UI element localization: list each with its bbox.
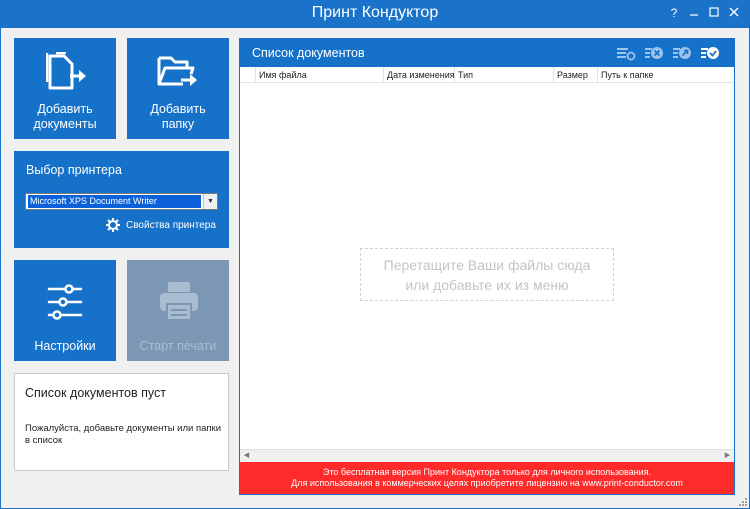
document-list-header: Список документов (240, 39, 734, 67)
list-options-button[interactable] (616, 44, 636, 62)
start-print-button[interactable]: Старт печати (127, 260, 229, 361)
document-list-title: Список документов (252, 46, 365, 60)
drop-hint-line2: или добавьте их из меню (405, 277, 569, 293)
check-list-button[interactable] (700, 44, 720, 62)
close-button[interactable] (724, 4, 744, 22)
status-message: Пожалуйста, добавьте документы или папки… (25, 423, 221, 446)
settings-label: Настройки (34, 339, 96, 353)
remove-selected-button[interactable] (644, 44, 664, 62)
add-documents-button[interactable]: Добавить документы (14, 38, 116, 139)
printer-properties-link[interactable]: Свойства принтера (106, 218, 216, 232)
remove-all-button[interactable] (672, 44, 692, 62)
maximize-button[interactable] (704, 4, 724, 22)
horizontal-scrollbar[interactable]: ◀ ▶ (240, 449, 734, 462)
license-banner-line2[interactable]: Для использования в коммерческих целях п… (240, 478, 734, 489)
add-folder-button[interactable]: Добавить папку (127, 38, 229, 139)
resize-grip-icon[interactable] (739, 498, 747, 506)
add-folder-label: Добавить папку (150, 102, 206, 131)
column-header-modified[interactable]: Дата изменения (384, 67, 455, 83)
minimize-icon (690, 14, 698, 16)
scroll-left-icon[interactable]: ◀ (240, 450, 253, 462)
column-header-select[interactable] (240, 67, 256, 83)
printer-icon (160, 282, 198, 321)
minimize-button[interactable] (684, 4, 704, 22)
gear-icon (106, 218, 120, 232)
remove-list-icon (645, 47, 663, 59)
column-header-size[interactable]: Размер (554, 67, 598, 83)
add-documents-icon (46, 52, 86, 90)
title-bar: Принт Кондуктор ? (0, 0, 750, 28)
window-controls: ? (664, 4, 744, 22)
maximize-icon (709, 7, 719, 17)
add-documents-label: Добавить документы (33, 102, 97, 131)
license-banner: Это бесплатная версия Принт Кондуктора т… (240, 462, 734, 494)
column-header-type[interactable]: Тип (455, 67, 554, 83)
clear-list-icon (673, 47, 691, 59)
add-folder-icon (157, 56, 197, 86)
chevron-down-icon[interactable]: ▼ (203, 194, 217, 209)
document-list-toolbar (616, 44, 720, 62)
start-print-label: Старт печати (139, 339, 217, 353)
list-settings-icon (617, 48, 636, 61)
sliders-icon (47, 284, 83, 320)
printer-select[interactable]: Microsoft XPS Document Writer ▼ (25, 193, 218, 210)
status-panel: Список документов пуст Пожалуйста, добав… (14, 373, 229, 471)
column-header-folder-path[interactable]: Путь к папке (598, 67, 734, 83)
settings-button[interactable]: Настройки (14, 260, 116, 361)
document-list-panel: Список документов Имя файла Дата изменен… (239, 38, 735, 495)
printer-selection-title: Выбор принтера (26, 163, 122, 177)
drop-zone[interactable]: Перетащите Ваши файлы сюда или добавьте … (360, 248, 614, 301)
check-list-icon (701, 47, 719, 59)
scroll-right-icon[interactable]: ▶ (721, 450, 734, 462)
license-banner-line1: Это бесплатная версия Принт Кондуктора т… (322, 467, 652, 477)
drop-hint-line1: Перетащите Ваши файлы сюда (383, 257, 591, 273)
help-button[interactable]: ? (664, 4, 684, 22)
column-header-filename[interactable]: Имя файла (256, 67, 384, 83)
window-title: Принт Кондуктор (311, 4, 439, 21)
printer-selection-panel: Выбор принтера Microsoft XPS Document Wr… (14, 151, 229, 248)
printer-properties-label: Свойства принтера (126, 219, 216, 231)
close-icon (729, 7, 739, 17)
document-list-columns: Имя файла Дата изменения Тип Размер Путь… (240, 67, 734, 83)
status-title: Список документов пуст (25, 386, 166, 400)
printer-select-value: Microsoft XPS Document Writer (28, 195, 201, 208)
